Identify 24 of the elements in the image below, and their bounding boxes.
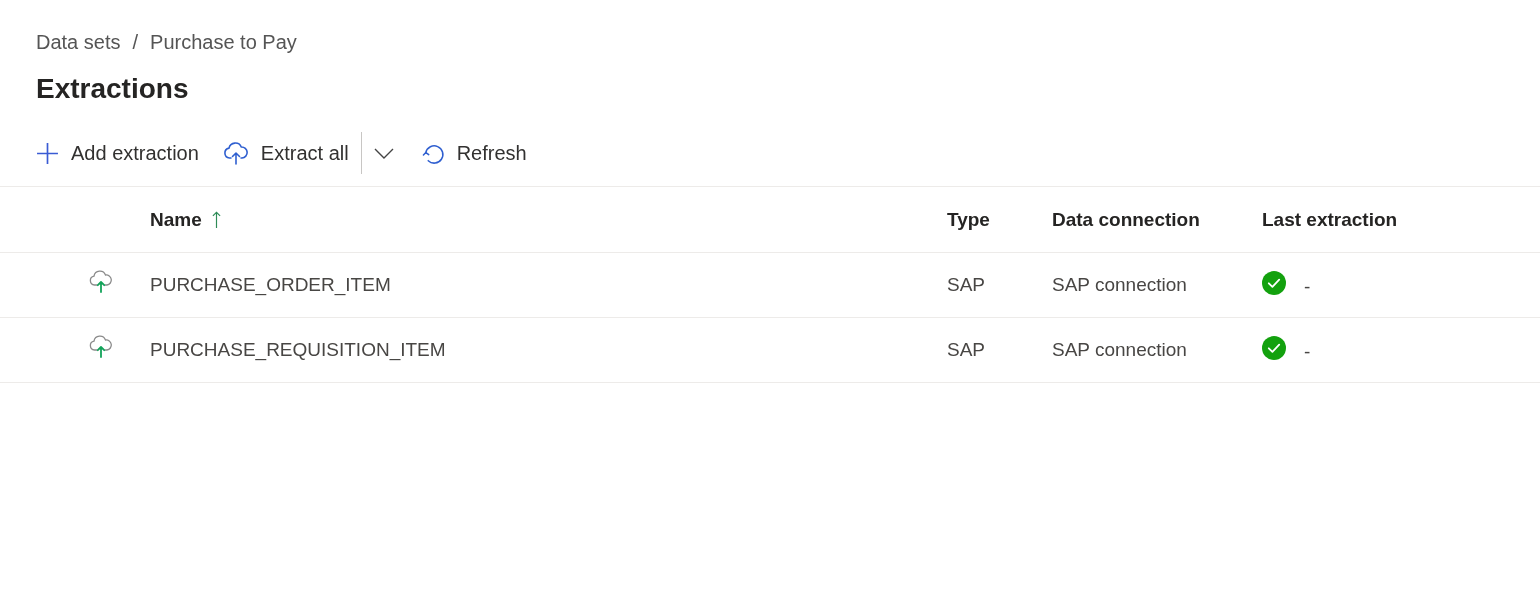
plus-icon [36,141,59,165]
breadcrumb-link[interactable]: Purchase to Pay [150,30,297,54]
breadcrumb-link[interactable]: Data sets [36,30,121,54]
page-title: Extractions [36,72,189,106]
cloud-upload-icon [88,334,114,358]
name-cell: PURCHASE_REQUISITION_ITEM [150,339,446,361]
cloud-upload-icon [88,269,114,293]
breadcrumb-separator: / [132,30,139,54]
connection-cell: SAP connection [1052,339,1187,361]
extract-button[interactable]: Extract all [220,133,351,173]
connection-cell: SAP connection [1052,274,1187,296]
type-cell: SAP [947,339,986,361]
cloud-upload-icon [222,141,249,165]
last-extraction-cell: - [1304,276,1311,298]
type-cell: SAP [947,274,986,296]
name-cell: PURCHASE_ORDER_ITEM [150,274,391,296]
column-header[interactable]: Type [947,204,990,235]
chevron-down-icon [373,147,394,159]
column-header[interactable]: Last extraction [1262,204,1398,235]
column-header[interactable]: Data connection [1052,204,1200,235]
add-button[interactable]: Add extraction [34,133,201,173]
column-header[interactable]: Name [150,204,221,235]
last-extraction-cell: - [1304,341,1311,363]
refresh-button[interactable]: Refresh [419,133,529,173]
